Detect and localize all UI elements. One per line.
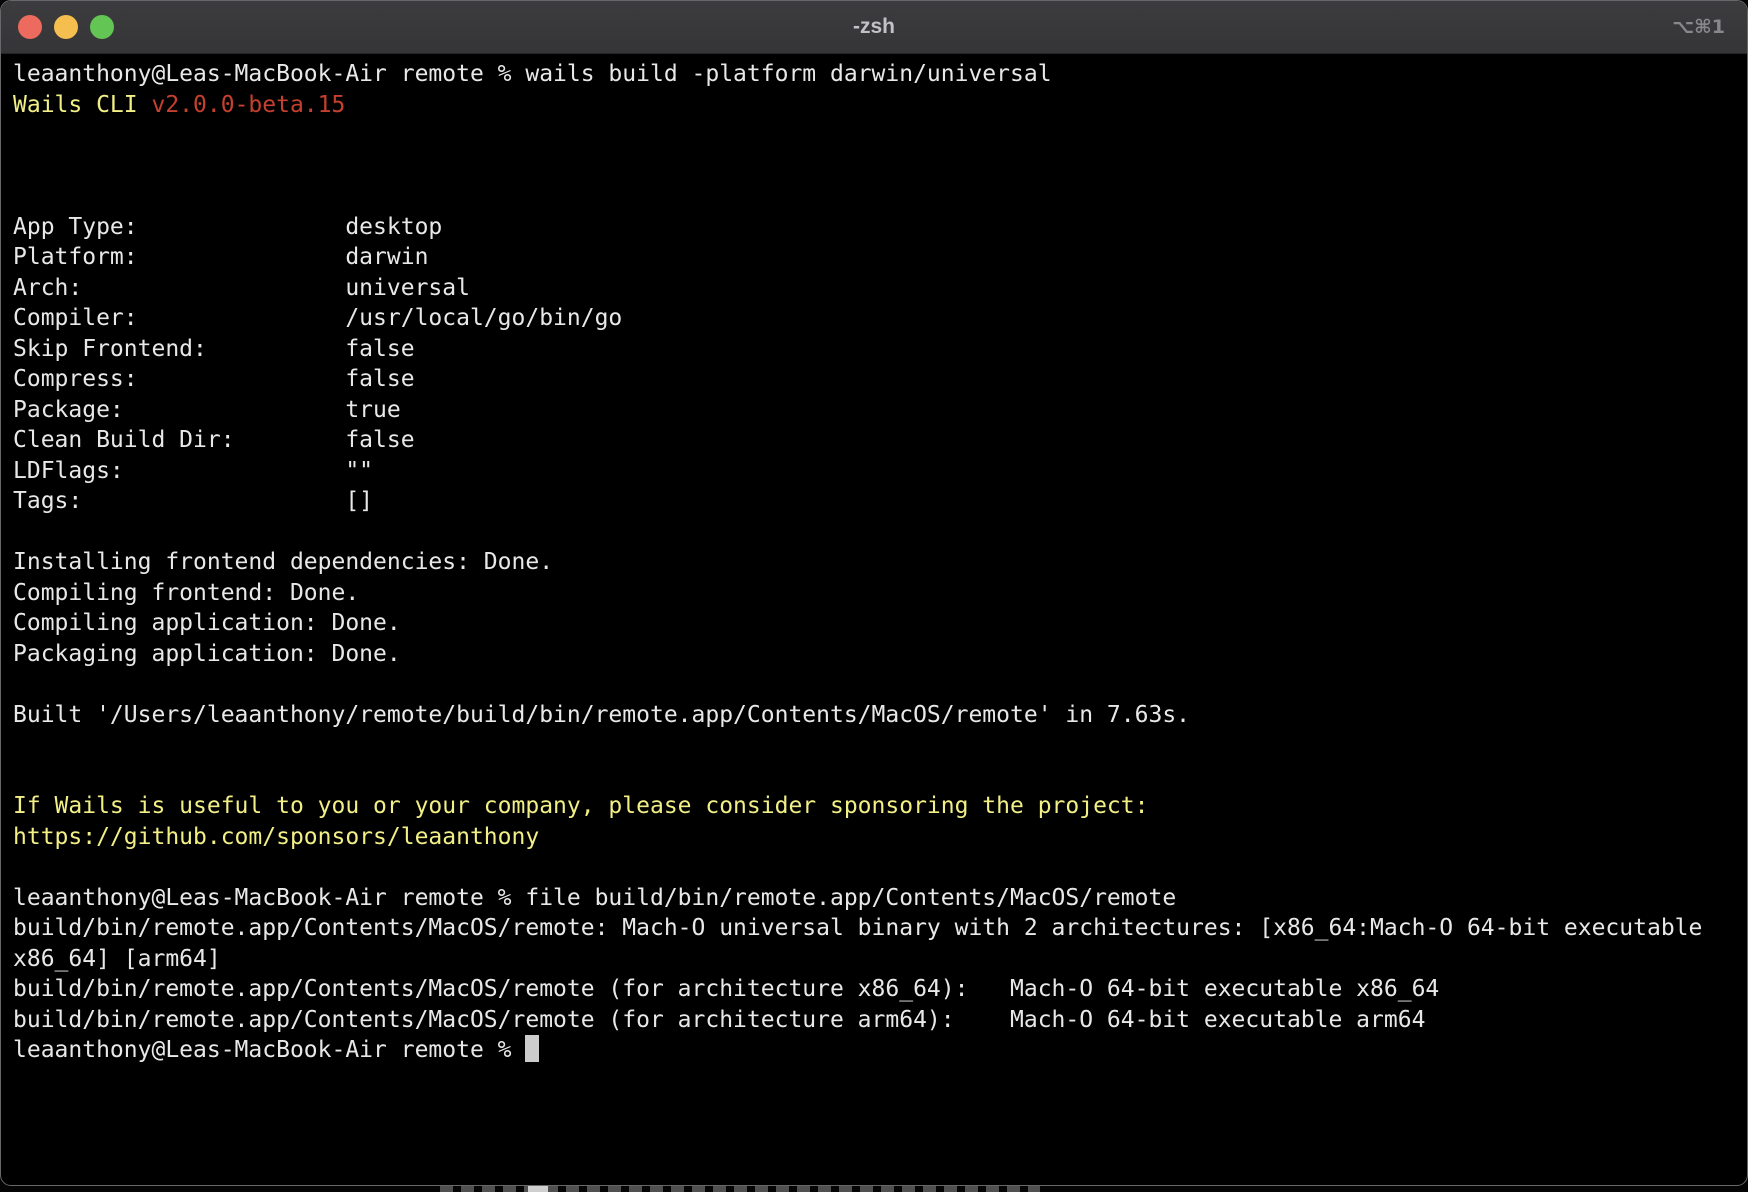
terminal-screen[interactable]: leaanthony@Leas-MacBook-Air remote % wai… <box>1 54 1747 1066</box>
terminal-text: leaanthony@Leas-MacBook-Air remote % fil… <box>13 885 1176 911</box>
terminal-text: Built '/Users/leaanthony/remote/build/bi… <box>13 702 1190 728</box>
terminal-text: Wails CLI <box>13 92 151 118</box>
terminal-line: Package: true <box>13 395 1747 426</box>
terminal-line: Compress: false <box>13 364 1747 395</box>
terminal-line <box>13 120 1747 151</box>
titlebar: -zsh ⌥⌘1 <box>1 1 1747 54</box>
terminal-text: App Type: desktop <box>13 214 442 240</box>
terminal-line <box>13 730 1747 761</box>
terminal-line <box>13 852 1747 883</box>
terminal-line: Built '/Users/leaanthony/remote/build/bi… <box>13 700 1747 731</box>
terminal-line <box>13 181 1747 212</box>
terminal-line: App Type: desktop <box>13 212 1747 243</box>
window-title: -zsh <box>1 1 1747 53</box>
terminal-line: LDFlags: "" <box>13 456 1747 487</box>
terminal-text: Skip Frontend: false <box>13 336 415 362</box>
terminal-line <box>13 761 1747 792</box>
terminal-line: Compiling application: Done. <box>13 608 1747 639</box>
terminal-text: https://github.com/sponsors/leaanthony <box>13 824 539 850</box>
terminal-text: Arch: universal <box>13 275 470 301</box>
terminal-text: build/bin/remote.app/Contents/MacOS/remo… <box>13 1007 1425 1033</box>
terminal-text: Compiler: /usr/local/go/bin/go <box>13 305 622 331</box>
terminal-line: Clean Build Dir: false <box>13 425 1747 456</box>
terminal-text: Clean Build Dir: false <box>13 427 415 453</box>
terminal-line: build/bin/remote.app/Contents/MacOS/remo… <box>13 913 1747 944</box>
terminal-text: leaanthony@Leas-MacBook-Air remote % <box>13 1037 525 1063</box>
terminal-text: v2.0.0-beta.15 <box>151 92 345 118</box>
terminal-line: leaanthony@Leas-MacBook-Air remote % fil… <box>13 883 1747 914</box>
terminal-text: Compress: false <box>13 366 415 392</box>
terminal-line: Packaging application: Done. <box>13 639 1747 670</box>
terminal-line: Compiling frontend: Done. <box>13 578 1747 609</box>
terminal-text: build/bin/remote.app/Contents/MacOS/remo… <box>13 976 1439 1002</box>
terminal-line: leaanthony@Leas-MacBook-Air remote % wai… <box>13 59 1747 90</box>
terminal-text: leaanthony@Leas-MacBook-Air remote % wai… <box>13 61 1052 87</box>
tab-shortcut-hint: ⌥⌘1 <box>1672 1 1725 53</box>
terminal-text: build/bin/remote.app/Contents/MacOS/remo… <box>13 915 1702 941</box>
terminal-line: Arch: universal <box>13 273 1747 304</box>
terminal-text: If Wails is useful to you or your compan… <box>13 793 1148 819</box>
terminal-line: Platform: darwin <box>13 242 1747 273</box>
terminal-line: Installing frontend dependencies: Done. <box>13 547 1747 578</box>
terminal-cursor <box>525 1035 539 1062</box>
terminal-line <box>13 151 1747 182</box>
terminal-line <box>13 517 1747 548</box>
terminal-line: If Wails is useful to you or your compan… <box>13 791 1747 822</box>
clipped-background-block <box>528 1186 548 1192</box>
terminal-text: Compiling frontend: Done. <box>13 580 359 606</box>
terminal-text: LDFlags: "" <box>13 458 373 484</box>
terminal-line: x86_64] [arm64] <box>13 944 1747 975</box>
terminal-text: Compiling application: Done. <box>13 610 401 636</box>
terminal-text: x86_64] [arm64] <box>13 946 221 972</box>
terminal-text: Tags: [] <box>13 488 373 514</box>
terminal-line: Tags: [] <box>13 486 1747 517</box>
terminal-line: Wails CLI v2.0.0-beta.15 <box>13 90 1747 121</box>
terminal-line: Compiler: /usr/local/go/bin/go <box>13 303 1747 334</box>
terminal-line: build/bin/remote.app/Contents/MacOS/remo… <box>13 1005 1747 1036</box>
terminal-line: build/bin/remote.app/Contents/MacOS/remo… <box>13 974 1747 1005</box>
terminal-text: Installing frontend dependencies: Done. <box>13 549 553 575</box>
terminal-text: Platform: darwin <box>13 244 428 270</box>
terminal-line: leaanthony@Leas-MacBook-Air remote % <box>13 1035 1747 1066</box>
terminal-line: Skip Frontend: false <box>13 334 1747 365</box>
terminal-window: -zsh ⌥⌘1 leaanthony@Leas-MacBook-Air rem… <box>0 0 1748 1186</box>
terminal-text: Package: true <box>13 397 401 423</box>
terminal-line: https://github.com/sponsors/leaanthony <box>13 822 1747 853</box>
terminal-text: Packaging application: Done. <box>13 641 401 667</box>
terminal-line <box>13 669 1747 700</box>
